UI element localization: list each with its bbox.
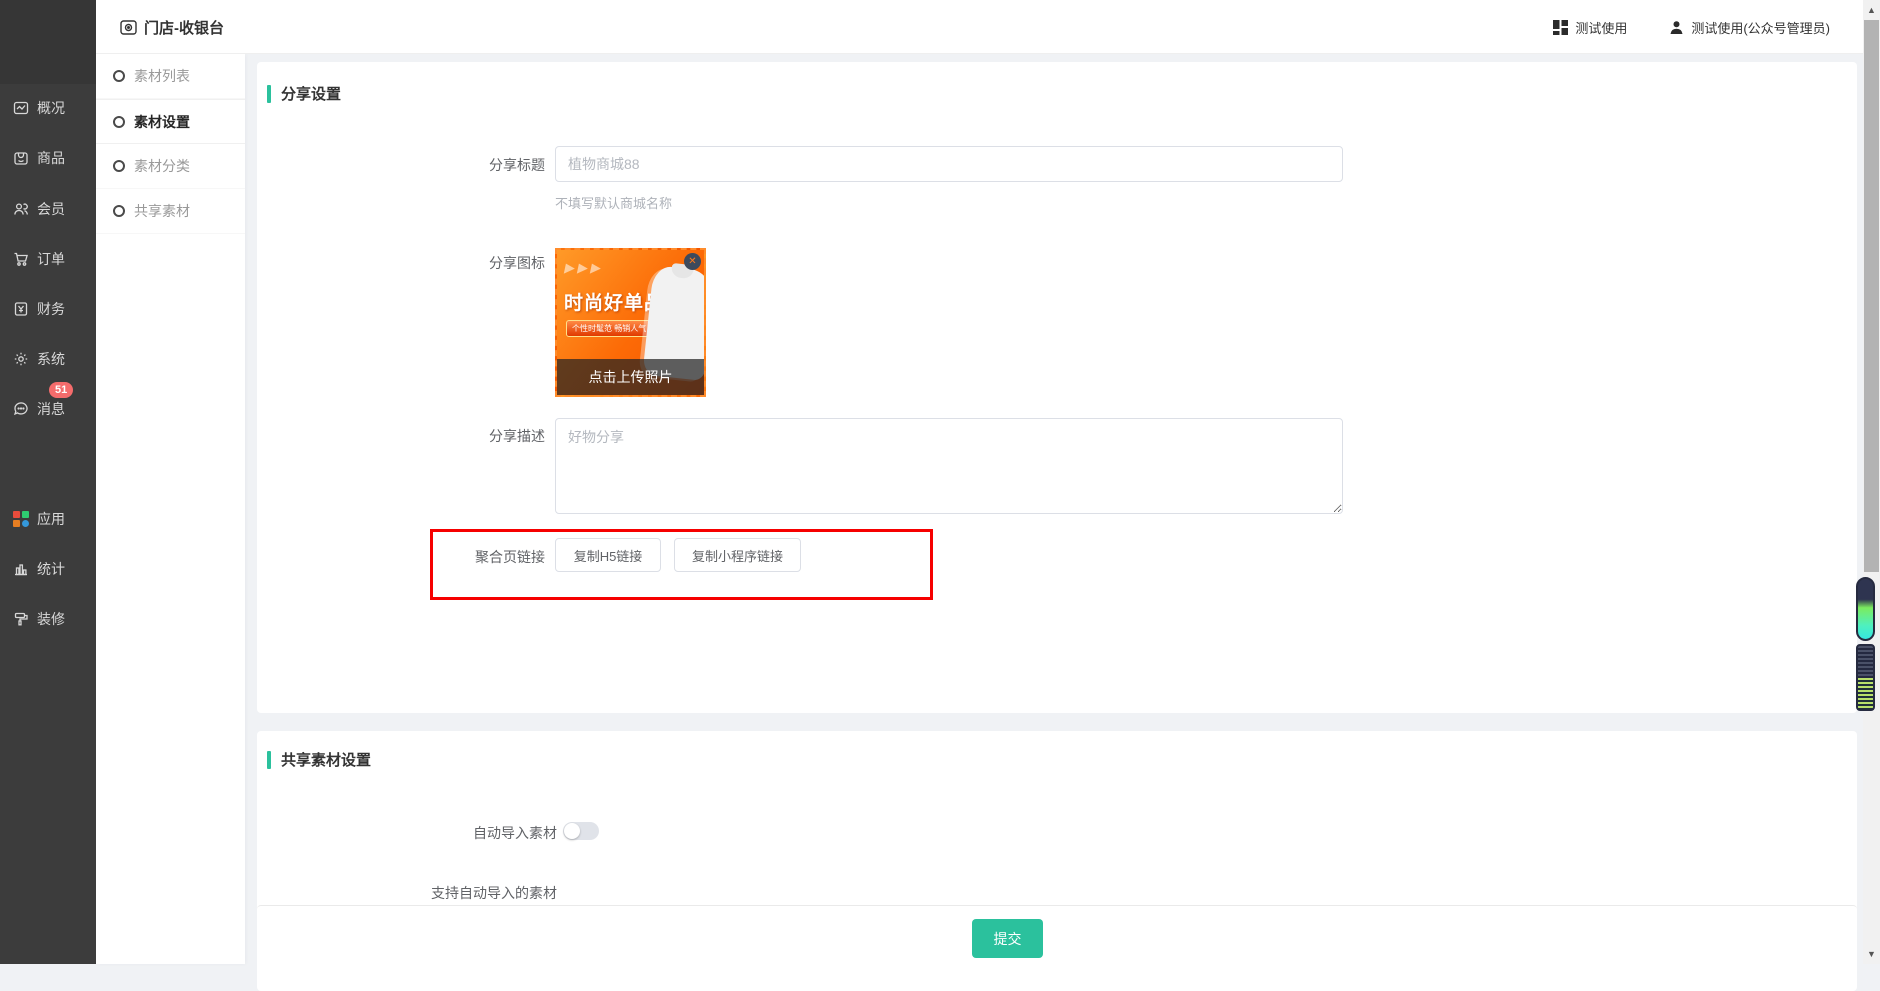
sidebar-item-system[interactable]: 系统	[13, 347, 65, 371]
share-icon-upload[interactable]: ▶▶▶ 时尚好单品 个性时髦范 畅销人气 点击上传照片 ✕	[555, 248, 706, 397]
upload-photo-overlay[interactable]: 点击上传照片	[557, 359, 704, 395]
finance-icon	[13, 301, 29, 317]
sidebar-item-apps[interactable]: 应用	[13, 507, 65, 531]
scrollbar-thumb[interactable]	[1864, 20, 1879, 572]
store-icon	[120, 20, 137, 35]
sidebar-item-member[interactable]: 会员	[13, 197, 65, 221]
test-use-button[interactable]: 测试使用	[1553, 18, 1627, 37]
scrollbar-down-arrow[interactable]: ▼	[1863, 946, 1880, 962]
message-icon	[13, 401, 29, 417]
section-accent-bar	[267, 751, 271, 769]
message-count-badge: 51	[49, 382, 73, 398]
paint-roller-icon	[13, 611, 29, 627]
sidebar-item-overview[interactable]: 概况	[13, 96, 65, 120]
bar-chart-icon	[13, 561, 29, 577]
form-footer: 提交	[257, 905, 1857, 964]
app-logo	[0, 0, 96, 84]
section-header: 分享设置	[267, 83, 341, 104]
member-icon	[13, 201, 29, 217]
user-icon	[1669, 20, 1684, 35]
sidebar-item-message[interactable]: 消息 51	[13, 397, 65, 421]
auto-import-label: 自动导入素材	[257, 823, 557, 843]
auto-import-support-label: 支持自动导入的素材	[257, 883, 557, 903]
submit-button[interactable]: 提交	[972, 919, 1043, 958]
account-menu[interactable]: 测试使用(公众号管理员)	[1669, 18, 1830, 37]
sidebar-item-goods[interactable]: 商品	[13, 146, 65, 170]
sidebar-item-order[interactable]: 订单	[13, 247, 65, 271]
radio-circle-icon	[113, 70, 125, 82]
sidebar-item-decorate[interactable]: 装修	[13, 607, 65, 631]
page-title: 门店-收银台	[120, 0, 224, 54]
share-settings-card: 分享设置 分享标题 不填写默认商城名称 分享图标 ▶▶▶ 时尚好单品 个性时髦范…	[257, 62, 1857, 713]
gear-icon	[13, 351, 29, 367]
app-sidebar: 概况 商品 会员 订单 财务 系统 消息 51 应用 统计 装修	[0, 0, 96, 964]
promo-arrows-decoration: ▶▶▶	[563, 260, 605, 276]
header-actions: 测试使用 测试使用(公众号管理员)	[1553, 0, 1830, 54]
apps-icon	[13, 511, 29, 527]
share-desc-label: 分享描述	[257, 426, 545, 446]
share-title-input[interactable]	[555, 146, 1343, 182]
remove-image-icon[interactable]: ✕	[684, 253, 701, 270]
section-title: 分享设置	[281, 83, 341, 104]
promo-banner: 个性时髦范 畅销人气	[566, 320, 652, 337]
auto-import-toggle[interactable]	[563, 822, 599, 840]
order-cart-icon	[13, 251, 29, 267]
sidebar-item-finance[interactable]: 财务	[13, 297, 65, 321]
section-title: 共享素材设置	[281, 749, 371, 770]
section-accent-bar	[267, 85, 271, 103]
toggle-knob	[564, 823, 580, 839]
sidebar-item-stats[interactable]: 统计	[13, 557, 65, 581]
share-title-hint: 不填写默认商城名称	[555, 193, 672, 212]
copy-h5-link-button[interactable]: 复制H5链接	[555, 538, 661, 572]
material-submenu: 素材列表 素材设置 素材分类 共享素材	[96, 54, 245, 964]
top-header: 门店-收银台 测试使用 测试使用(公众号管理员)	[96, 0, 1880, 54]
submenu-item-shared-material[interactable]: 共享素材	[96, 189, 245, 234]
radio-circle-icon	[113, 160, 125, 172]
aggregate-link-label: 聚合页链接	[257, 547, 545, 567]
submenu-item-material-category[interactable]: 素材分类	[96, 144, 245, 189]
radio-circle-icon	[113, 116, 125, 128]
share-desc-textarea[interactable]	[555, 418, 1343, 514]
scroll-overlay-stripe-widget	[1856, 644, 1875, 711]
overview-icon	[13, 100, 29, 116]
radio-circle-icon	[113, 205, 125, 217]
section-header: 共享素材设置	[267, 749, 371, 770]
submenu-item-material-list[interactable]: 素材列表	[96, 54, 245, 99]
goods-icon	[13, 150, 29, 166]
page-scrollbar[interactable]: ▲ ▼	[1863, 0, 1880, 964]
dashboard-grid-icon	[1553, 20, 1568, 35]
submenu-item-material-settings[interactable]: 素材设置	[96, 99, 245, 144]
share-title-label: 分享标题	[257, 155, 545, 175]
copy-miniprogram-link-button[interactable]: 复制小程序链接	[674, 538, 801, 572]
scroll-overlay-meter-widget	[1856, 577, 1875, 641]
share-icon-label: 分享图标	[257, 253, 545, 273]
scrollbar-up-arrow[interactable]: ▲	[1863, 2, 1880, 18]
